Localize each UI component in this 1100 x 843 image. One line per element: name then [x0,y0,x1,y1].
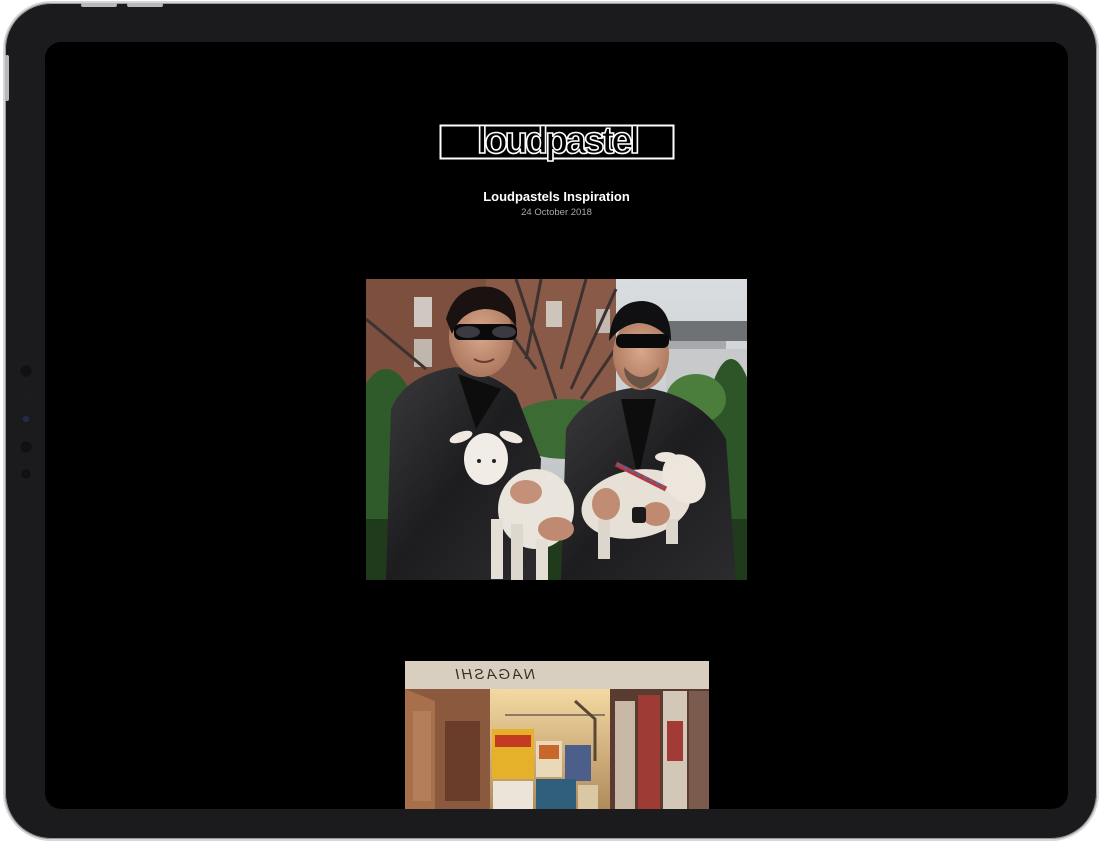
post-title[interactable]: Loudpastels Inspiration [45,189,1068,204]
post-date: 24 October 2018 [521,207,592,218]
camera-sensor [20,468,32,480]
volume-button [81,3,117,7]
camera-sensor [24,393,28,397]
graffiti-text: NAGASHI [453,666,535,683]
site-logo[interactable]: loudpastel loudpastel [439,124,675,168]
browser-screen[interactable]: loudpastel loudpastel Loudpastels Inspir… [45,42,1068,809]
volume-button [127,3,163,7]
camera-sensor [19,440,33,454]
ipad-frame: loudpastel loudpastel Loudpastels Inspir… [5,3,1097,839]
camera-sensor [19,364,33,378]
camera-lens [23,416,29,422]
svg-text:loudpastel: loudpastel [477,124,637,162]
photo-poster-alley[interactable]: NAGASHI [405,661,709,809]
side-button [5,55,9,101]
photo-two-men-with-lambs[interactable] [366,279,747,580]
